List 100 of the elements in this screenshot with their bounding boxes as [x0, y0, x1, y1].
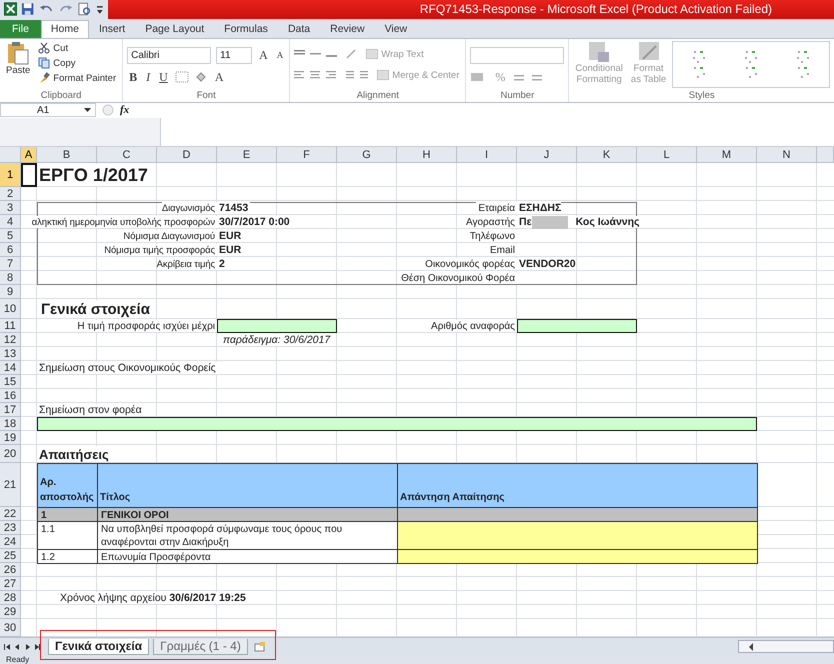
scroll-left-icon[interactable] [747, 642, 755, 652]
ribbon-tab[interactable]: Formulas [214, 20, 278, 38]
row-header[interactable]: 17 [0, 403, 21, 418]
horizontal-scrollbar[interactable] [738, 640, 834, 654]
column-header[interactable]: B [37, 147, 97, 164]
sheet-title: ΕΡΓΟ 1/2017 [37, 164, 150, 186]
grow-font-button[interactable]: A [257, 48, 270, 63]
row-header[interactable]: 22 [0, 507, 21, 522]
column-header[interactable]: J [517, 147, 577, 164]
sheet-tab[interactable]: Γραμμές (1 - 4) [153, 638, 248, 655]
border-icon[interactable] [174, 71, 189, 84]
format-painter-button[interactable]: Format Painter [36, 70, 118, 86]
ribbon-tab[interactable]: Data [278, 20, 320, 38]
row-header[interactable]: 27 [0, 577, 21, 592]
row-header[interactable]: 18 [0, 417, 21, 432]
row-header[interactable]: 8 [0, 271, 21, 286]
row-header[interactable]: 7 [0, 257, 21, 272]
fill-color-icon[interactable] [194, 71, 208, 84]
column-header[interactable]: K [577, 147, 637, 164]
answer-cell[interactable] [397, 549, 758, 564]
row-header[interactable]: 4 [0, 215, 21, 230]
status-text: Ready [6, 655, 30, 664]
row-header[interactable]: 16 [0, 389, 21, 404]
row-header[interactable]: 3 [0, 201, 21, 216]
row-header[interactable]: 9 [0, 285, 21, 300]
row-header[interactable]: 26 [0, 563, 21, 578]
answer-cell[interactable] [397, 521, 758, 550]
input-cell[interactable] [217, 319, 337, 334]
column-header[interactable]: F [277, 147, 337, 164]
field-label: Νόμισμα Διαγωνισμού [123, 230, 217, 242]
clipboard-icon [7, 40, 30, 65]
bold-button[interactable]: B [127, 70, 140, 85]
row-header[interactable]: 19 [0, 431, 21, 446]
row-header[interactable]: 21 [0, 463, 21, 508]
print-preview-icon[interactable] [77, 2, 92, 16]
row-header[interactable]: 15 [0, 375, 21, 390]
row-header[interactable]: 13 [0, 347, 21, 362]
row-header[interactable]: 29 [0, 605, 21, 620]
column-header[interactable]: L [637, 147, 697, 164]
table-icon [638, 40, 660, 63]
column-header[interactable]: H [397, 147, 457, 164]
row-header[interactable]: 25 [0, 549, 21, 564]
field-label: αληκτική ημερομηνία υποβολής προσφορών [32, 216, 217, 228]
italic-button[interactable]: I [144, 70, 152, 85]
row-header[interactable]: 14 [0, 361, 21, 376]
ribbon-tab[interactable]: Review [320, 20, 375, 38]
column-header[interactable]: M [697, 147, 757, 164]
table-cell: Να υποβληθεί προσφορά σύμφωναμε τους όρους που αναφέρονται στην Διακήρυξη [97, 521, 398, 550]
row-header[interactable]: 28 [0, 591, 21, 606]
style-preview-icon[interactable] [744, 49, 758, 80]
font-color-button[interactable]: A [212, 70, 226, 85]
paste-button[interactable]: Paste [4, 40, 32, 90]
column-header[interactable]: D [157, 147, 217, 164]
ribbon-tab[interactable]: Page Layout [135, 20, 214, 38]
name-box[interactable]: A1 [0, 103, 96, 118]
sheet-navigation-icon[interactable] [2, 642, 42, 652]
font-name-field[interactable]: Calibri [127, 46, 212, 64]
column-header[interactable]: G [337, 147, 397, 164]
field-label: Νόμισμα τιμής προσφοράς [104, 244, 217, 256]
row-header[interactable]: 23 [0, 521, 21, 536]
copy-button[interactable]: Copy [36, 56, 118, 71]
ribbon-tab[interactable]: Insert [88, 20, 136, 38]
selected-cell[interactable] [21, 163, 37, 188]
input-cell[interactable] [37, 417, 757, 432]
ribbon-tab[interactable]: Home [40, 20, 89, 38]
column-header[interactable] [817, 147, 834, 164]
input-cell[interactable] [517, 319, 637, 334]
row-header[interactable]: 30 [0, 619, 21, 638]
align-text-icon[interactable] [294, 70, 370, 80]
column-header[interactable]: I [457, 147, 517, 164]
font-size-field[interactable]: 11 [216, 46, 252, 64]
column-header[interactable]: E [217, 147, 277, 164]
field-label: Αριθμός αναφοράς [429, 320, 517, 332]
row-header[interactable]: 5 [0, 229, 21, 244]
row-header[interactable]: 12 [0, 333, 21, 348]
formula-field[interactable] [160, 118, 834, 146]
ribbon-tab[interactable]: View [374, 20, 418, 38]
row-header[interactable]: 2 [0, 187, 21, 202]
ribbon-tab[interactable]: File [0, 20, 41, 38]
insert-function-button[interactable]: fx [120, 104, 136, 116]
row-header[interactable]: 11 [0, 319, 21, 334]
column-header[interactable]: A [21, 147, 37, 164]
underline-button[interactable]: U [157, 70, 170, 85]
row-header[interactable]: 24 [0, 535, 21, 550]
style-preview-icon[interactable] [692, 49, 706, 80]
column-header[interactable]: N [757, 147, 817, 164]
style-preview-icon[interactable] [796, 49, 810, 80]
save-icon[interactable] [21, 2, 35, 16]
row-header[interactable]: 20 [0, 445, 21, 464]
app-icon[interactable] [4, 2, 18, 16]
row-header[interactable]: 6 [0, 243, 21, 258]
insert-sheet-icon[interactable] [252, 640, 268, 653]
row-header[interactable]: 10 [0, 299, 21, 320]
field-value: VENDOR20 [519, 258, 576, 270]
column-header[interactable]: C [97, 147, 157, 164]
cut-button[interactable]: Cut [36, 40, 118, 56]
sheet-tab[interactable]: Γενικά στοιχεία [48, 638, 150, 655]
number-format-field[interactable] [470, 46, 564, 64]
shrink-font-button[interactable]: A [274, 50, 286, 60]
row-header[interactable]: 1 [0, 163, 21, 188]
